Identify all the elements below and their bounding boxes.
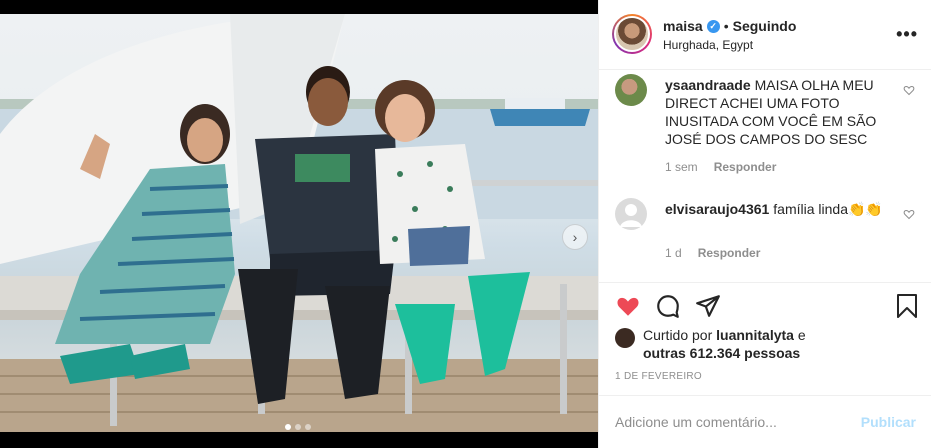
likes-count-link[interactable]: outras 612.364 pessoas — [643, 345, 800, 361]
carousel-indicator — [285, 424, 311, 430]
instagram-post-view: › maisa ✓ • Seguindo Hurghada, Egypt ••• — [0, 0, 931, 448]
post-side-panel: maisa ✓ • Seguindo Hurghada, Egypt ••• y… — [598, 0, 931, 448]
comment-meta: 1 sem Responder — [665, 160, 776, 174]
heart-icon[interactable] — [615, 293, 641, 324]
chevron-right-icon: › — [572, 229, 578, 245]
carousel-dot — [295, 424, 301, 430]
reply-button[interactable]: Responder — [714, 160, 777, 174]
post-header: maisa ✓ • Seguindo Hurghada, Egypt ••• — [599, 0, 931, 70]
top-letterbox — [0, 0, 598, 14]
photo-illustration — [0, 14, 598, 432]
liker-avatar[interactable] — [615, 328, 635, 348]
comment-time[interactable]: 1 sem — [665, 160, 698, 174]
story-ring[interactable] — [612, 14, 652, 54]
carousel-next-button[interactable]: › — [562, 224, 588, 250]
comment-username[interactable]: ysaandraade — [665, 77, 751, 93]
commenter-avatar[interactable] — [615, 198, 647, 230]
verified-badge-icon: ✓ — [706, 19, 720, 33]
comment-meta: 1 d Responder — [665, 246, 760, 260]
likes-prefix: Curtido por — [643, 327, 713, 343]
share-icon[interactable] — [695, 293, 721, 324]
commenter-avatar[interactable] — [615, 74, 647, 106]
default-avatar-icon — [620, 204, 642, 227]
carousel-dot-active — [285, 424, 291, 430]
comment-time[interactable]: 1 d — [665, 246, 682, 260]
comments-list: ysaandraade MAISA OLHA MEU DIRECT ACHEI U… — [599, 70, 931, 282]
following-button[interactable]: Seguindo — [733, 18, 797, 34]
reply-button[interactable]: Responder — [698, 246, 761, 260]
comment-like-icon[interactable] — [903, 84, 915, 99]
comment-username[interactable]: elvisaraujo4361 — [665, 201, 769, 217]
likes-conj: e — [797, 327, 806, 343]
comment-content: família linda👏👏 — [773, 201, 883, 217]
publish-button[interactable]: Publicar — [861, 414, 916, 430]
post-date[interactable]: 1 DE FEVEREIRO — [615, 371, 702, 382]
comment-icon[interactable] — [655, 293, 681, 324]
post-location[interactable]: Hurghada, Egypt — [663, 38, 753, 52]
post-photo[interactable]: › — [0, 14, 598, 432]
comment-text: elvisaraujo4361 família linda👏👏 — [665, 200, 890, 218]
bottom-letterbox — [0, 432, 598, 448]
carousel-dot — [305, 424, 311, 430]
post-author-line: maisa ✓ • Seguindo — [663, 18, 796, 34]
liker-username[interactable]: luannitalyta — [716, 327, 794, 343]
post-actions-bar — [599, 282, 931, 330]
separator: • — [723, 18, 729, 34]
add-comment-bar: Adicione um comentário... Publicar — [599, 395, 931, 448]
post-username[interactable]: maisa — [663, 18, 703, 34]
more-options-icon[interactable]: ••• — [896, 24, 918, 45]
likes-text: Curtido por luannitalyta e outras 612.36… — [643, 326, 903, 362]
avatar — [614, 16, 650, 52]
bookmark-icon[interactable] — [895, 293, 919, 324]
comment-input[interactable]: Adicione um comentário... — [615, 414, 777, 430]
comment-text: ysaandraade MAISA OLHA MEU DIRECT ACHEI U… — [665, 76, 890, 148]
comment-like-icon[interactable] — [903, 208, 915, 223]
